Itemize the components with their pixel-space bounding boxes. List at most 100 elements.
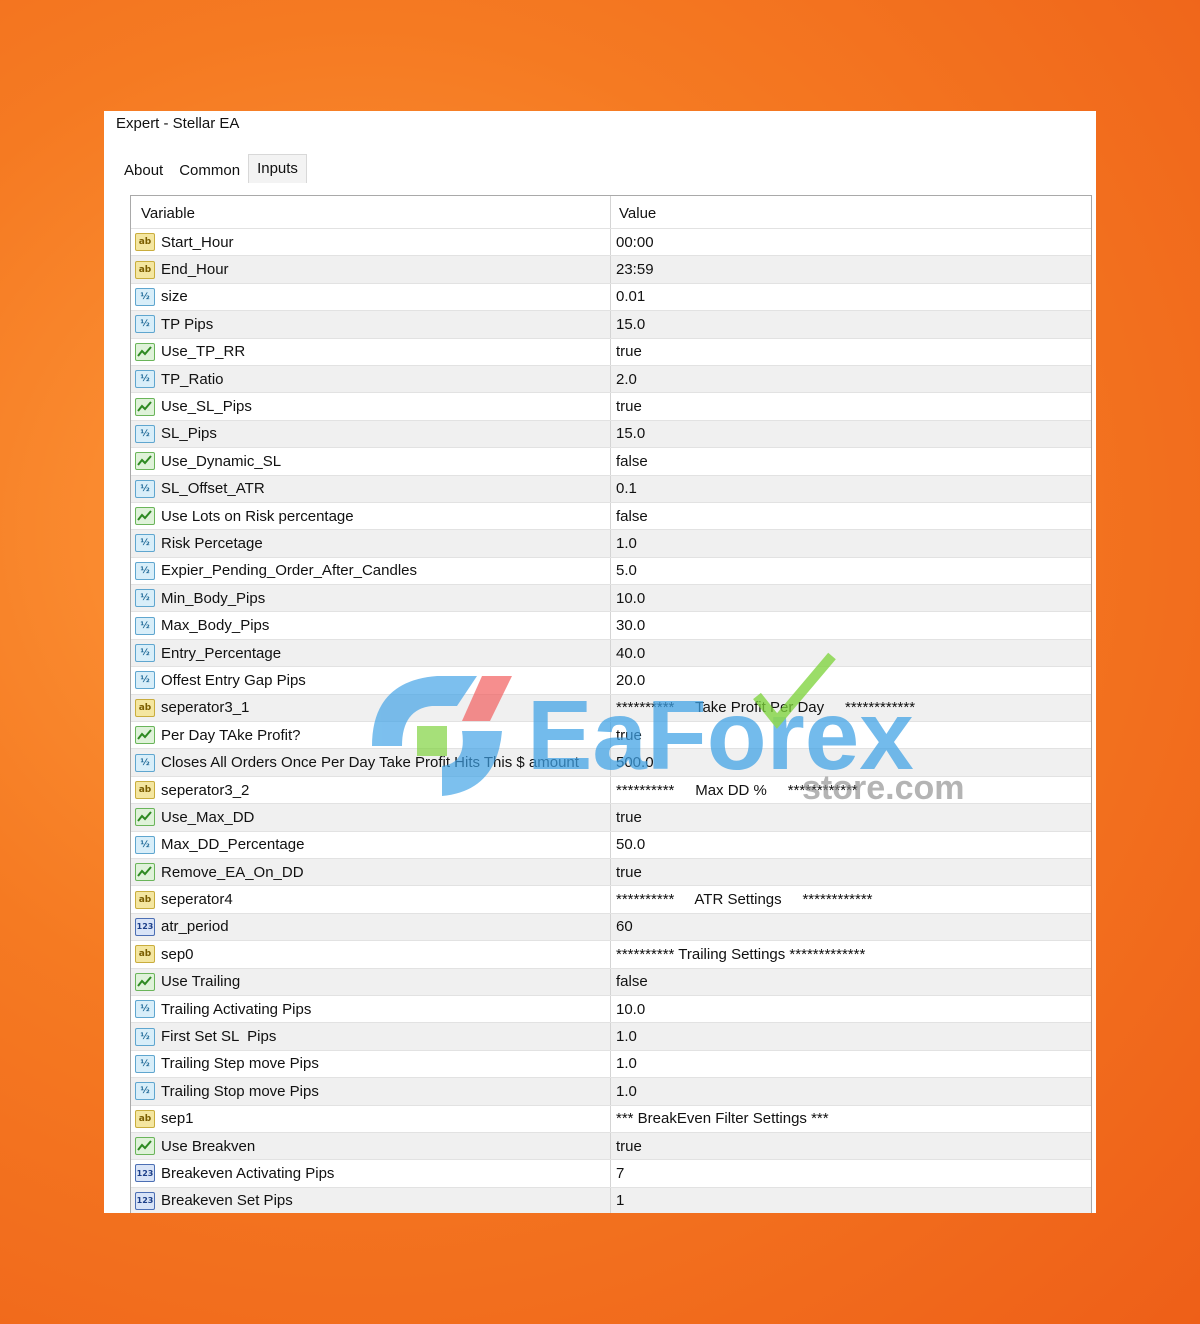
value-cell[interactable]: 5.0 — [611, 558, 1091, 584]
value-cell[interactable]: 10.0 — [611, 585, 1091, 611]
variable-cell[interactable]: ½ SL_Offset_ATR — [131, 475, 611, 502]
variable-cell[interactable]: ab seperator3_1 — [131, 694, 611, 722]
value-cell[interactable]: true — [611, 339, 1091, 365]
table-row[interactable]: ab Start_Hour 00:00 — [131, 228, 1091, 256]
variable-cell[interactable]: Remove_EA_On_DD — [131, 858, 611, 886]
variable-cell[interactable]: ½ TP Pips — [131, 311, 611, 338]
table-row[interactable]: ½ Trailing Step move Pips 1.0 — [131, 1049, 1091, 1078]
table-row[interactable]: 123 Breakeven Set Pips 1 — [131, 1186, 1091, 1213]
variable-cell[interactable]: ½ size — [131, 283, 611, 311]
variable-cell[interactable]: ½ Offest Entry Gap Pips — [131, 667, 611, 694]
header-variable[interactable]: Variable — [131, 196, 611, 228]
value-cell[interactable]: 7 — [611, 1160, 1091, 1186]
table-row[interactable]: ½ SL_Pips 15.0 — [131, 419, 1091, 448]
variable-cell[interactable]: ab sep1 — [131, 1105, 611, 1132]
table-row[interactable]: ½ First Set SL Pips 1.0 — [131, 1022, 1091, 1050]
table-row[interactable]: Remove_EA_On_DD true — [131, 857, 1091, 886]
tab-inputs[interactable]: Inputs — [248, 154, 307, 183]
value-cell[interactable]: 500.0 — [611, 749, 1091, 775]
variable-cell[interactable]: Use Breakven — [131, 1132, 611, 1160]
variable-cell[interactable]: 123 Breakeven Activating Pips — [131, 1160, 611, 1187]
table-row[interactable]: ab seperator3_2 ********** Max DD % ******… — [131, 775, 1091, 804]
value-cell[interactable]: ********** Max DD % ************ — [611, 777, 1091, 803]
variable-cell[interactable]: ½ First Set SL Pips — [131, 1023, 611, 1050]
value-cell[interactable]: 1.0 — [611, 530, 1091, 556]
variable-cell[interactable]: ½ Expier_Pending_Order_After_Candles — [131, 557, 611, 585]
table-row[interactable]: ½ SL_Offset_ATR 0.1 — [131, 474, 1091, 502]
value-cell[interactable]: false — [611, 448, 1091, 474]
tab-about[interactable]: About — [116, 157, 171, 185]
variable-cell[interactable]: ½ Trailing Activating Pips — [131, 995, 611, 1023]
variable-cell[interactable]: Use_SL_Pips — [131, 393, 611, 420]
table-row[interactable]: ½ Closes All Orders Once Per Day Take Pro… — [131, 748, 1091, 776]
table-row[interactable]: Use_TP_RR true — [131, 337, 1091, 365]
value-cell[interactable]: 30.0 — [611, 612, 1091, 638]
table-row[interactable]: Use Breakven true — [131, 1131, 1091, 1160]
table-row[interactable]: 123 Breakeven Activating Pips 7 — [131, 1159, 1091, 1187]
variable-cell[interactable]: Use_Dynamic_SL — [131, 448, 611, 475]
value-cell[interactable]: 15.0 — [611, 311, 1091, 337]
table-row[interactable]: ½ Expier_Pending_Order_After_Candles 5.0 — [131, 556, 1091, 585]
variable-cell[interactable]: ½ Trailing Step move Pips — [131, 1050, 611, 1078]
variable-cell[interactable]: ½ Entry_Percentage — [131, 639, 611, 667]
value-cell[interactable]: 1 — [611, 1188, 1091, 1213]
variable-cell[interactable]: ½ Closes All Orders Once Per Day Take Pro… — [131, 749, 611, 776]
variable-cell[interactable]: Use_TP_RR — [131, 338, 611, 365]
value-cell[interactable]: 23:59 — [611, 256, 1091, 282]
value-cell[interactable]: true — [611, 722, 1091, 748]
table-row[interactable]: Per Day TAke Profit? true — [131, 721, 1091, 749]
table-row[interactable]: ab sep0 ********** Trailing Settings *****… — [131, 940, 1091, 968]
value-cell[interactable]: 50.0 — [611, 832, 1091, 858]
value-cell[interactable]: ********** Take Profit Per Day *********… — [611, 695, 1091, 721]
value-cell[interactable]: true — [611, 1133, 1091, 1159]
variable-cell[interactable]: Use Lots on Risk percentage — [131, 502, 611, 530]
variable-cell[interactable]: Per Day TAke Profit? — [131, 722, 611, 749]
table-row[interactable]: Use_SL_Pips true — [131, 392, 1091, 420]
value-cell[interactable]: ********** ATR Settings ************ — [611, 886, 1091, 912]
variable-cell[interactable]: ½ Min_Body_Pips — [131, 585, 611, 612]
table-row[interactable]: Use_Max_DD true — [131, 803, 1091, 831]
variable-cell[interactable]: ab End_Hour — [131, 256, 611, 283]
table-row[interactable]: ½ Min_Body_Pips 10.0 — [131, 584, 1091, 612]
variable-cell[interactable]: ab sep0 — [131, 941, 611, 968]
variable-cell[interactable]: ab Start_Hour — [131, 229, 611, 256]
variable-cell[interactable]: Use Trailing — [131, 968, 611, 995]
table-row[interactable]: ½ TP_Ratio 2.0 — [131, 364, 1091, 393]
table-row[interactable]: 123 atr_period 60 — [131, 912, 1091, 941]
table-row[interactable]: ½ Trailing Stop move Pips 1.0 — [131, 1077, 1091, 1105]
table-row[interactable]: ½ Max_DD_Percentage 50.0 — [131, 830, 1091, 858]
value-cell[interactable]: false — [611, 969, 1091, 995]
value-cell[interactable]: true — [611, 859, 1091, 885]
variable-cell[interactable]: ½ Max_Body_Pips — [131, 612, 611, 639]
value-cell[interactable]: true — [611, 804, 1091, 830]
table-row[interactable]: ½ Offest Entry Gap Pips 20.0 — [131, 666, 1091, 694]
value-cell[interactable]: 2.0 — [611, 366, 1091, 392]
table-row[interactable]: ab End_Hour 23:59 — [131, 255, 1091, 283]
table-row[interactable]: ½ Entry_Percentage 40.0 — [131, 638, 1091, 667]
table-row[interactable]: ½ size 0.01 — [131, 282, 1091, 311]
variable-cell[interactable]: ½ Risk Percetage — [131, 530, 611, 557]
value-cell[interactable]: *** BreakEven Filter Settings *** — [611, 1106, 1091, 1132]
value-cell[interactable]: 0.01 — [611, 284, 1091, 310]
value-cell[interactable]: 10.0 — [611, 996, 1091, 1022]
tab-common[interactable]: Common — [171, 157, 248, 185]
variable-cell[interactable]: Use_Max_DD — [131, 804, 611, 831]
variable-cell[interactable]: ab seperator3_2 — [131, 776, 611, 804]
variable-cell[interactable]: 123 Breakeven Set Pips — [131, 1187, 611, 1213]
value-cell[interactable]: 1.0 — [611, 1078, 1091, 1104]
table-row[interactable]: ab seperator4 ********** ATR Settings ****… — [131, 885, 1091, 913]
table-row[interactable]: ab seperator3_1 ********** Take Profit Per… — [131, 693, 1091, 722]
value-cell[interactable]: true — [611, 393, 1091, 419]
table-row[interactable]: Use Trailing false — [131, 967, 1091, 995]
table-row[interactable]: Use Lots on Risk percentage false — [131, 501, 1091, 530]
value-cell[interactable]: 00:00 — [611, 229, 1091, 255]
value-cell[interactable]: 1.0 — [611, 1023, 1091, 1049]
value-cell[interactable]: false — [611, 503, 1091, 529]
value-cell[interactable]: 60 — [611, 914, 1091, 940]
table-row[interactable]: ½ Max_Body_Pips 30.0 — [131, 611, 1091, 639]
variable-cell[interactable]: ½ Trailing Stop move Pips — [131, 1078, 611, 1105]
value-cell[interactable]: ********** Trailing Settings ***********… — [611, 941, 1091, 967]
value-cell[interactable]: 15.0 — [611, 421, 1091, 447]
table-row[interactable]: ½ Risk Percetage 1.0 — [131, 529, 1091, 557]
variable-cell[interactable]: ½ TP_Ratio — [131, 365, 611, 393]
